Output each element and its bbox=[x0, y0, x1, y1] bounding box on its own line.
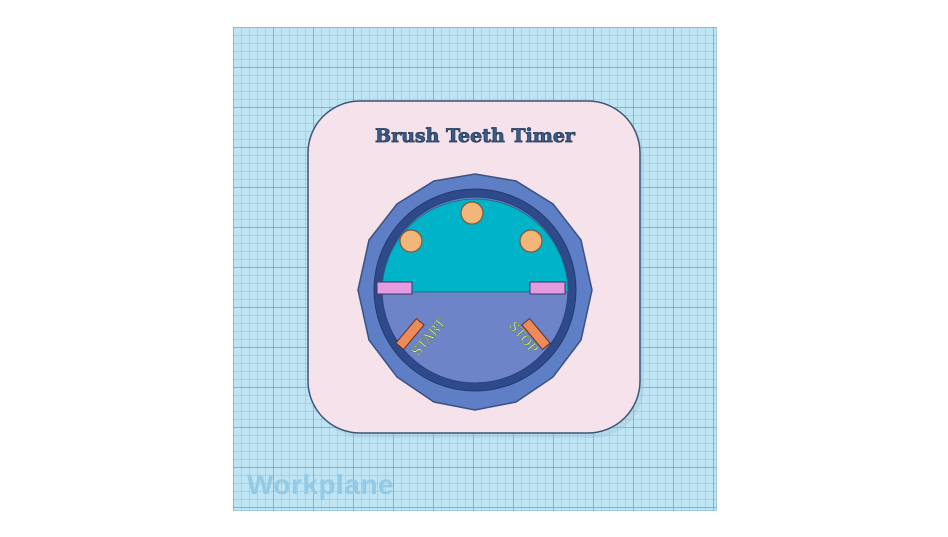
peg-icon[interactable] bbox=[519, 229, 543, 253]
peg-icon[interactable] bbox=[460, 201, 484, 225]
viewport[interactable]: Workplane Brush Teeth Timer START STOP bbox=[0, 0, 948, 537]
peg-icon[interactable] bbox=[399, 229, 423, 253]
timer-model[interactable]: Brush Teeth Timer START STOP bbox=[0, 0, 948, 537]
pink-marker-icon[interactable] bbox=[529, 281, 566, 295]
pink-marker-icon[interactable] bbox=[376, 281, 413, 295]
